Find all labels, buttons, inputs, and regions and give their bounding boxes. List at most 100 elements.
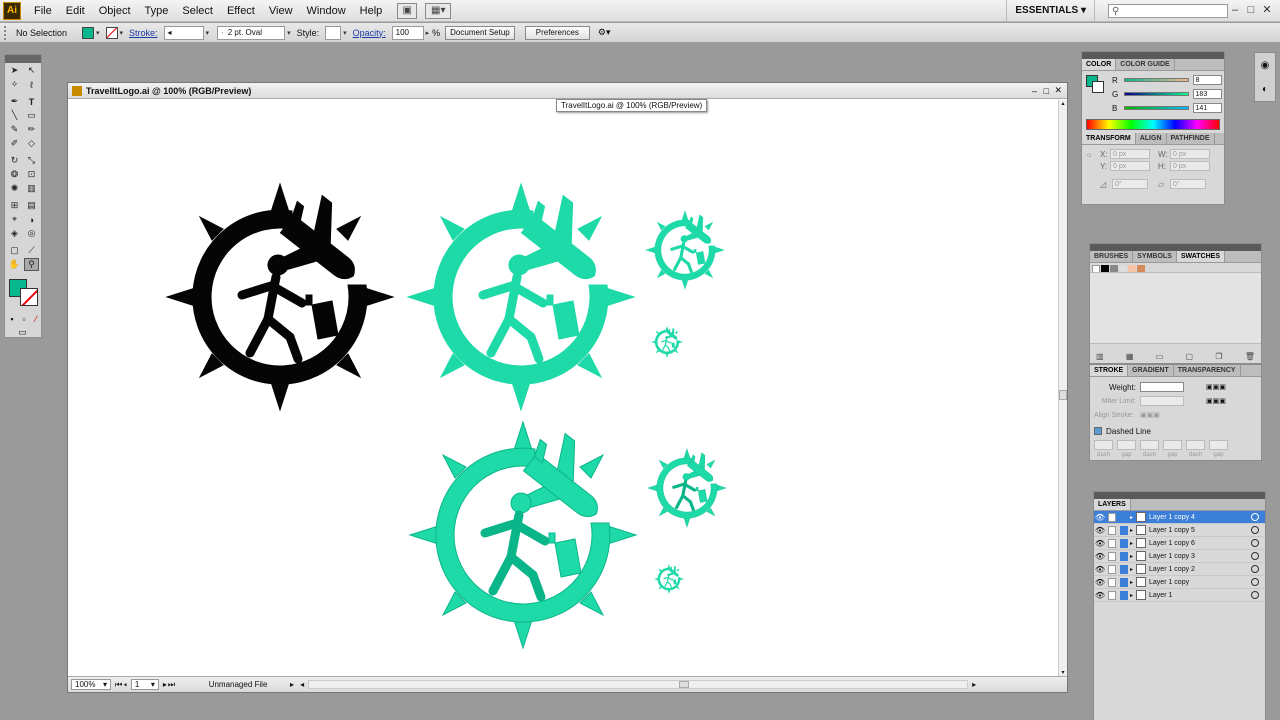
eraser-tool-icon[interactable]: ◇ xyxy=(24,137,39,150)
w-field[interactable]: 0 px xyxy=(1170,149,1210,159)
target-icon[interactable] xyxy=(1251,578,1259,586)
chevron-down-icon[interactable]: ▾ xyxy=(206,29,210,37)
bridge-icon[interactable]: ▣ xyxy=(397,2,418,19)
appearance-icon[interactable]: ◉ xyxy=(1261,60,1270,71)
layer-name[interactable]: Layer 1 copy 3 xyxy=(1149,553,1251,560)
join-icons[interactable]: ▣▣▣ xyxy=(1206,397,1226,405)
rotate-field[interactable]: 0° xyxy=(1112,179,1148,189)
lock-toggle[interactable] xyxy=(1108,590,1116,600)
target-icon[interactable] xyxy=(1251,513,1259,521)
dash-field[interactable] xyxy=(1140,440,1159,450)
expand-icon[interactable]: ▸ xyxy=(1130,579,1133,586)
gap-field[interactable] xyxy=(1209,440,1228,450)
opacity-field[interactable]: 100 xyxy=(391,25,424,40)
menu-window[interactable]: Window xyxy=(300,0,353,22)
layer-name[interactable]: Layer 1 copy xyxy=(1149,579,1251,586)
layer-name[interactable]: Layer 1 copy 6 xyxy=(1149,540,1251,547)
gap-field[interactable] xyxy=(1163,440,1182,450)
document-tab[interactable]: TravelItLogo.ai @ 100% (RGB/Preview) – □… xyxy=(68,83,1067,99)
lock-toggle[interactable] xyxy=(1108,551,1116,561)
target-icon[interactable] xyxy=(1251,565,1259,573)
artboard-tool-icon[interactable]: ▢ xyxy=(7,244,22,257)
search-input[interactable]: ⚲ xyxy=(1108,4,1228,18)
visibility-eye-icon[interactable]: 👁 xyxy=(1094,539,1106,548)
stroke-color-swatch[interactable] xyxy=(105,26,118,39)
expand-icon[interactable]: ▸ xyxy=(1130,566,1133,573)
color-spectrum[interactable] xyxy=(1086,119,1220,130)
brush-select[interactable]: · 2 pt. Oval xyxy=(217,25,286,40)
dash-field[interactable] xyxy=(1094,440,1113,450)
visibility-eye-icon[interactable]: 👁 xyxy=(1094,565,1106,574)
rotate-tool-icon[interactable]: ↻ xyxy=(7,154,22,167)
artboard-select[interactable]: 1 ▾ xyxy=(130,679,159,690)
scale-tool-icon[interactable]: ⤡ xyxy=(24,154,39,167)
swatch-options-icon[interactable]: ▭ xyxy=(1156,352,1164,361)
channel-b-slider[interactable] xyxy=(1123,106,1189,110)
dashed-line-checkbox[interactable] xyxy=(1094,427,1102,435)
tab-color[interactable]: COLOR xyxy=(1082,59,1117,70)
type-tool-icon[interactable]: T xyxy=(24,95,39,108)
target-icon[interactable] xyxy=(1251,552,1259,560)
slice-tool-icon[interactable]: ⟋ xyxy=(24,244,39,257)
visibility-eye-icon[interactable]: 👁 xyxy=(1094,591,1106,600)
channel-g-slider[interactable] xyxy=(1123,92,1189,96)
channel-b-value[interactable]: 141 xyxy=(1192,103,1222,113)
minimize-icon[interactable]: – xyxy=(1032,86,1037,96)
visibility-eye-icon[interactable]: 👁 xyxy=(1094,513,1106,522)
shear-field[interactable]: 0° xyxy=(1170,179,1206,189)
stroke-label[interactable]: Stroke: xyxy=(123,28,164,38)
column-graph-tool-icon[interactable]: ▥ xyxy=(24,182,39,195)
expand-icon[interactable]: ▸ xyxy=(1130,514,1133,521)
target-icon[interactable] xyxy=(1251,526,1259,534)
menu-type[interactable]: Type xyxy=(138,0,176,22)
menu-object[interactable]: Object xyxy=(92,0,138,22)
visibility-eye-icon[interactable]: 👁 xyxy=(1094,526,1106,535)
blob-brush-tool-icon[interactable]: ✐ xyxy=(7,137,22,150)
menu-help[interactable]: Help xyxy=(353,0,390,22)
none-mode-icon[interactable]: ⁄ xyxy=(31,312,41,325)
tab-color-guide[interactable]: COLOR GUIDE xyxy=(1116,59,1175,70)
pencil-tool-icon[interactable]: ✏ xyxy=(24,123,39,136)
delete-swatch-icon[interactable]: 🗑 xyxy=(1245,352,1255,361)
artboard-first-prev-icon[interactable]: ⏮◂ xyxy=(115,680,128,690)
workspace-switcher[interactable]: ESSENTIALS ▾ xyxy=(1006,0,1095,22)
menu-effect[interactable]: Effect xyxy=(220,0,262,22)
tab-symbols[interactable]: SYMBOLS xyxy=(1133,251,1177,262)
menu-edit[interactable]: Edit xyxy=(59,0,92,22)
maximize-icon[interactable]: □ xyxy=(1244,3,1258,17)
tab-transparency[interactable]: TRANSPARENCY xyxy=(1174,365,1241,376)
tab-layers[interactable]: LAYERS xyxy=(1094,499,1131,510)
close-icon[interactable]: ✕ xyxy=(1054,85,1062,96)
stroke-color-box[interactable] xyxy=(1092,81,1104,93)
status-menu-icon[interactable]: ▸ xyxy=(290,680,294,689)
pen-tool-icon[interactable]: ✒ xyxy=(7,95,22,108)
logo-black[interactable] xyxy=(167,184,393,410)
h-field[interactable]: 0 px xyxy=(1170,161,1210,171)
preferences-button[interactable]: Preferences xyxy=(524,25,590,40)
opacity-label[interactable]: Opacity: xyxy=(347,28,392,38)
logo-teal-large-two-tone[interactable] xyxy=(410,422,636,648)
hand-tool-icon[interactable]: ✋ xyxy=(7,258,22,271)
visibility-eye-icon[interactable]: 👁 xyxy=(1094,552,1106,561)
zoom-select[interactable]: 100% ▾ xyxy=(71,679,111,690)
miter-field[interactable] xyxy=(1140,396,1184,406)
scroll-up-icon[interactable]: ▴ xyxy=(1059,100,1067,109)
swatch-kind-icon[interactable]: ▦ xyxy=(1126,352,1134,361)
layer-name[interactable]: Layer 1 copy 4 xyxy=(1149,514,1251,521)
layer-row[interactable]: 👁 ▸ Layer 1 copy 5 xyxy=(1094,524,1265,537)
target-icon[interactable] xyxy=(1251,591,1259,599)
live-paint-selection-icon[interactable]: ◎ xyxy=(24,227,39,240)
rectangle-tool-icon[interactable]: ▭ xyxy=(24,109,39,122)
new-swatch-icon[interactable]: ❐ xyxy=(1215,352,1222,361)
expand-icon[interactable]: ▸ xyxy=(1130,527,1133,534)
selection-tool-icon[interactable]: ➤ xyxy=(7,64,22,77)
document-setup-button[interactable]: Document Setup xyxy=(445,25,515,40)
color-mode-icon[interactable]: ▪ xyxy=(7,312,17,325)
menu-view[interactable]: View xyxy=(262,0,300,22)
lasso-tool-icon[interactable]: ℓ xyxy=(24,78,39,91)
gap-field[interactable] xyxy=(1117,440,1136,450)
target-icon[interactable] xyxy=(1251,539,1259,547)
warp-tool-icon[interactable]: ❂ xyxy=(7,168,22,181)
menu-select[interactable]: Select xyxy=(175,0,220,22)
horizontal-scrollbar[interactable] xyxy=(308,680,969,689)
